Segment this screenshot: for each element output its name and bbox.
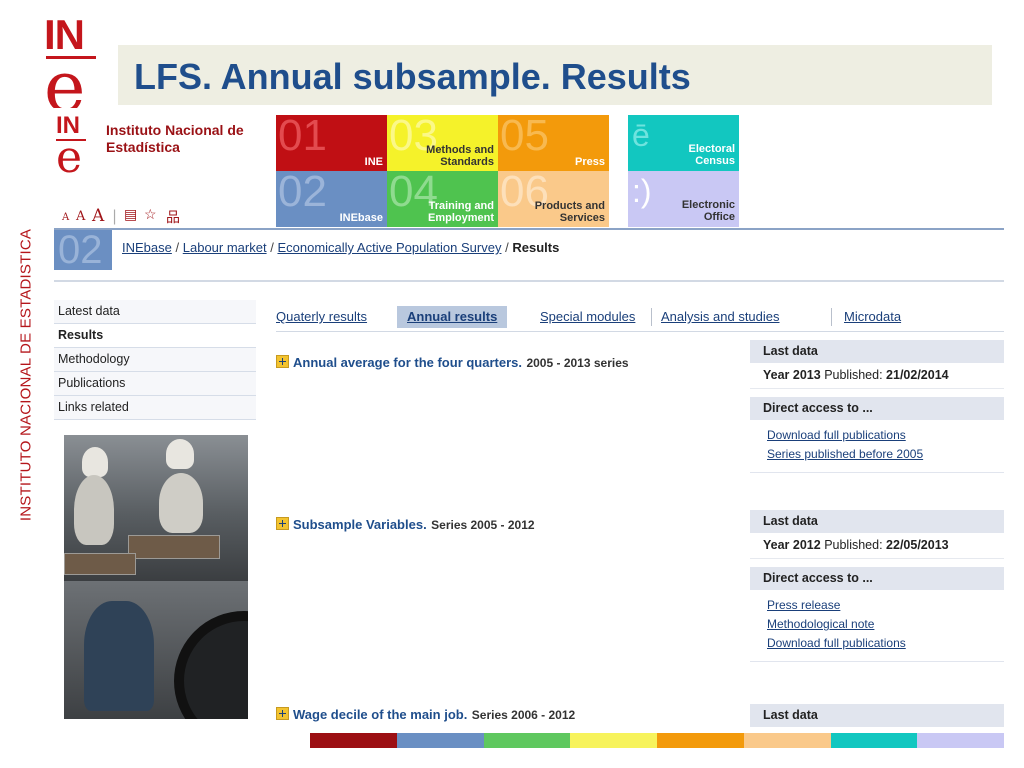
expand-plus-icon[interactable] [276,355,289,368]
ine-site-logo[interactable]: IN e Instituto Nacional de Estadística [54,114,254,184]
sidebar-item-latest-data[interactable]: Latest data [54,300,256,324]
expand-plus-icon[interactable] [276,517,289,530]
breadcrumb-eaps[interactable]: Economically Active Population Survey [277,240,501,255]
slide-title-bar: LFS. Annual subsample. Results [118,45,992,105]
sidebar-item-links-related[interactable]: Links related [54,396,256,420]
breadcrumb-labour-market[interactable]: Labour market [183,240,267,255]
tile-02[interactable]: 02 INEbase [276,171,387,227]
section-title-link[interactable]: Subsample Variables. [293,517,427,532]
section-number-box: 02 [54,230,112,270]
section-wage-decile: Wage decile of the main job. Series 2006… [276,706,575,724]
results-tabs: Quaterly results Annual results Special mo… [276,306,1004,330]
footer-stripe [830,733,918,748]
breadcrumb-current: Results [512,240,560,255]
tile-label: Methods and Standards [426,144,494,168]
ine-webpage: IN e Instituto Nacional de Estadística A… [54,108,1004,768]
section-title-link[interactable]: Wage decile of the main job. [293,707,467,722]
tab-annual-results[interactable]: Annual results [397,306,508,328]
site-name: Instituto Nacional de Estadística [106,122,244,155]
tile-label: Press [575,156,605,168]
sidebar-item-publications[interactable]: Publications [54,372,256,396]
ine-slide-logo: IN e [42,14,98,122]
tile-01[interactable]: 01 INE [276,115,387,171]
electronic-office-tile[interactable]: :) Electronic Office [628,171,739,227]
print-icon[interactable]: ▤ [124,207,137,223]
download-full-publications-link[interactable]: Download full publications [767,634,1004,653]
section-annual-average: Annual average for the four quarters. 20… [276,354,629,372]
tab-quaterly-results[interactable]: Quaterly results [276,309,367,324]
side-vertical-label: INSTITUTO NACIONAL DE ESTADISTICA [17,228,35,522]
footer-stripe [657,733,744,748]
tile-label: Products and Services [534,200,605,224]
footer-stripe [570,733,657,748]
footer-stripe [743,733,831,748]
smiley-icon: :) [632,173,652,209]
sidebar-item-results[interactable]: Results [54,324,256,348]
tab-special-modules[interactable]: Special modules [540,309,635,324]
sidebar-nav: Latest data Results Methodology Publication… [54,300,256,420]
section-tiles: 01 INE 03 Methods and Standards 05 Press 02 INE… [276,115,612,227]
extra-tiles: ē Electoral Census:) Electronic Office [628,115,739,227]
press-release-link[interactable]: Press release [767,596,1004,615]
sidebar-item-methodology[interactable]: Methodology [54,348,256,372]
tile-04[interactable]: 04 Training and Employment [387,171,498,227]
tab-analysis-and-studies[interactable]: Analysis and studies [661,309,780,324]
methodological-note-link[interactable]: Methodological note [767,615,1004,634]
tile-label: Training and Employment [427,200,494,224]
favorite-star-icon[interactable]: ☆ [144,207,157,223]
footer-stripe [917,733,1004,748]
series-before-2005-link[interactable]: Series published before 2005 [767,445,1004,464]
footer-color-stripe [310,733,1004,748]
tile-05[interactable]: 05 Press [498,115,609,171]
section-title-link[interactable]: Annual average for the four quarters. [293,355,522,370]
tile-label: INEbase [339,212,383,224]
breadcrumb-inebase[interactable]: INEbase [122,240,172,255]
font-small-button[interactable]: A [62,212,69,223]
census-e-icon: ē [632,117,650,153]
workers-photo [64,435,248,719]
tile-03[interactable]: 03 Methods and Standards [387,115,498,171]
last-data-panel-2: Last data Year 2012 Published: 22/05/201… [750,510,1004,662]
tab-microdata[interactable]: Microdata [844,309,901,324]
last-data-panel-1: Last data Year 2013 Published: 21/02/201… [750,340,1004,473]
tile-06[interactable]: 06 Products and Services [498,171,609,227]
font-large-button[interactable]: A [92,206,104,226]
accessibility-toolbar: A A A | ▤ ☆ 品 [62,206,180,227]
tile-label: INE [364,156,383,168]
section-subsample-variables: Subsample Variables. Series 2005 - 2012 [276,516,535,534]
last-data-panel-3: Last data [750,704,1004,727]
footer-stripe [483,733,571,748]
sitemap-icon[interactable]: 品 [166,207,180,227]
expand-plus-icon[interactable] [276,707,289,720]
footer-stripe [310,733,397,748]
font-medium-button[interactable]: A [76,209,85,224]
slide-title: LFS. Annual subsample. Results [134,56,691,97]
download-full-publications-link[interactable]: Download full publications [767,426,1004,445]
electoral-census-tile[interactable]: ē Electoral Census [628,115,739,171]
breadcrumb: INEbase / Labour market / Economically A… [122,240,560,255]
footer-stripe [396,733,484,748]
